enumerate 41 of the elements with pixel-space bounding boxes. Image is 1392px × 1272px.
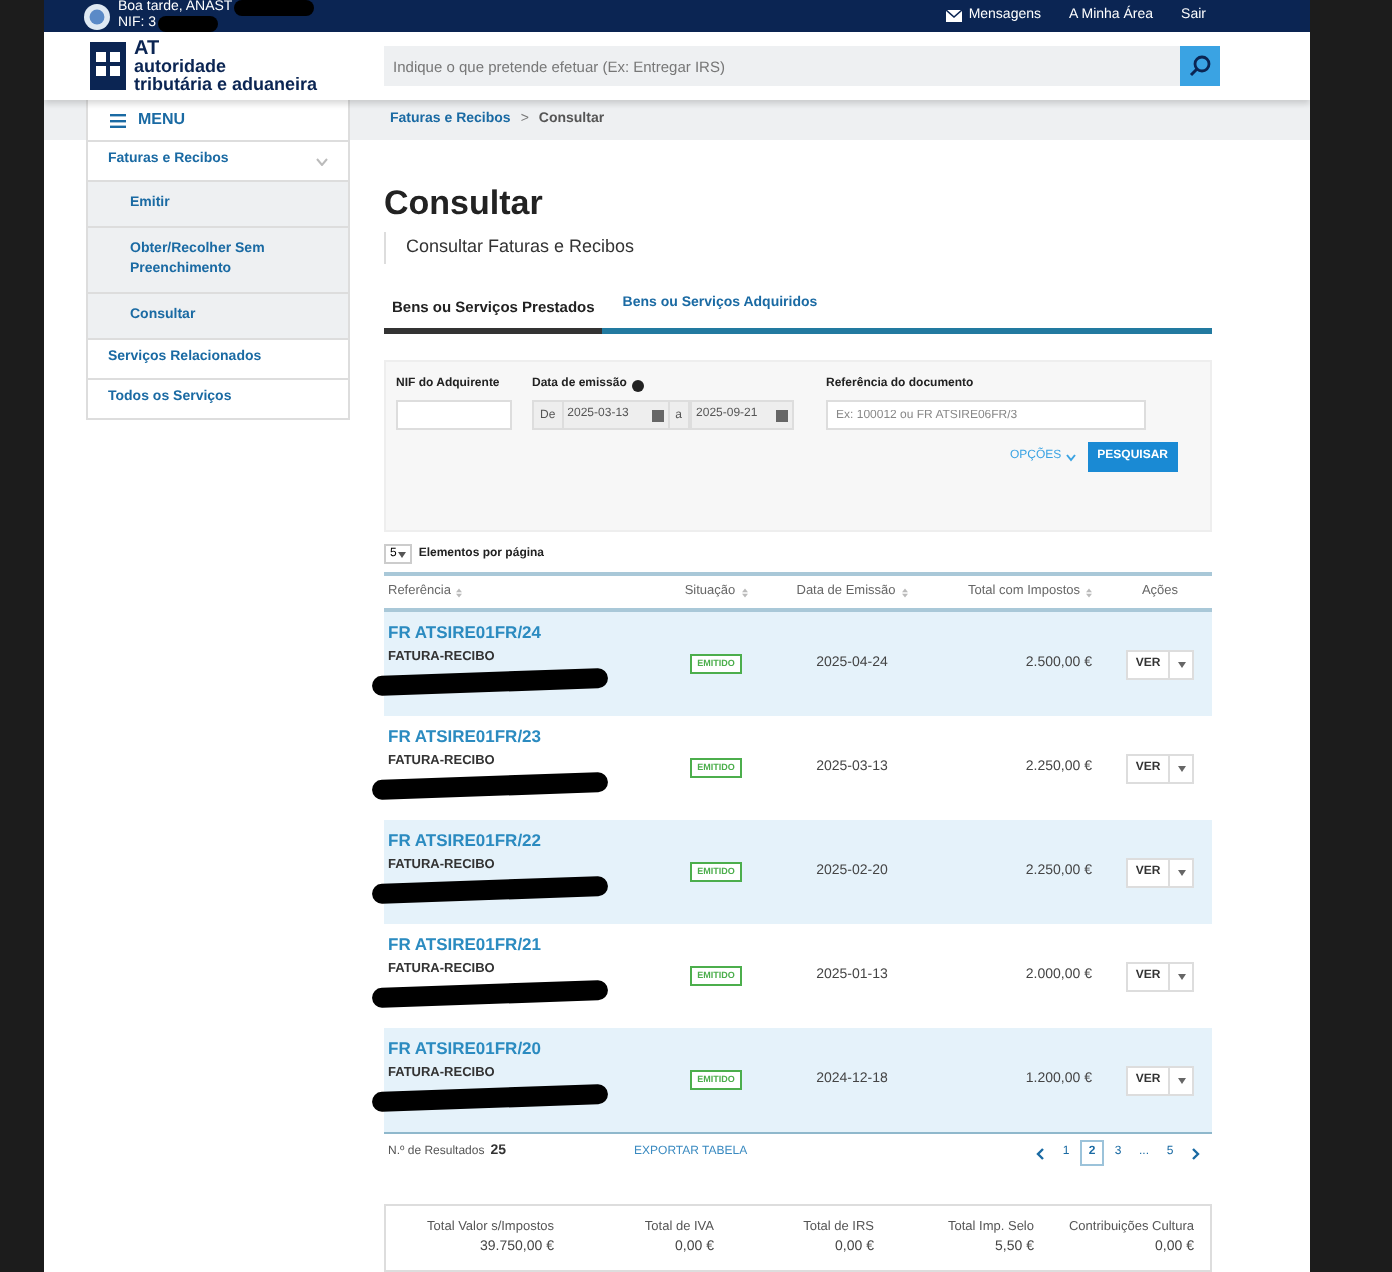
dropdown-button[interactable]	[1170, 753, 1195, 783]
redaction-mark	[158, 16, 219, 32]
calendar-icon	[776, 409, 789, 421]
dropdown-button[interactable]	[1170, 1065, 1195, 1095]
chevron-left-icon	[1036, 1147, 1044, 1159]
logo-emblem-icon	[88, 40, 128, 93]
logo-text: autoridade	[134, 57, 229, 76]
chevron-right-icon	[1192, 1147, 1200, 1159]
help-icon	[632, 379, 645, 391]
caret-icon	[1177, 973, 1186, 979]
reference-link[interactable]: FR ATSIRE01FR/21	[388, 932, 660, 958]
sort-icon	[1086, 587, 1092, 597]
sort-icon	[456, 587, 463, 597]
menu-button[interactable]: MENU	[86, 100, 350, 140]
caret-icon	[1177, 661, 1186, 667]
reference-link[interactable]: FR ATSIRE01FR/23	[388, 724, 660, 750]
sort-icon	[741, 587, 748, 597]
reference-link[interactable]: FR ATSIRE01FR/24	[388, 620, 660, 646]
search-button[interactable]	[1179, 46, 1220, 87]
dropdown-button[interactable]	[1170, 857, 1195, 887]
caret-icon	[1177, 869, 1186, 875]
reference-link[interactable]: FR ATSIRE01FR/20	[388, 1036, 660, 1062]
logo-text: AT	[134, 39, 160, 58]
search-icon	[1187, 54, 1212, 79]
user-avatar-icon	[84, 3, 110, 29]
page-title: Consultar	[384, 184, 545, 224]
nif-input-field[interactable]	[396, 400, 512, 430]
reference-link[interactable]: FR ATSIRE01FR/22	[388, 828, 660, 854]
chevron-down-icon	[1065, 453, 1076, 461]
dropdown-button[interactable]	[1170, 961, 1195, 991]
caret-icon	[1177, 1077, 1186, 1083]
caret-icon	[1177, 765, 1186, 771]
logo-text: tributária e aduaneira	[134, 75, 318, 94]
calendar-icon	[651, 409, 664, 421]
sort-icon	[901, 587, 908, 597]
redaction-mark	[234, 0, 315, 16]
dropdown-button[interactable]	[1170, 649, 1195, 679]
page-subtitle: Consultar Faturas e Recibos	[406, 234, 635, 261]
caret-icon	[398, 551, 407, 557]
menu-icon	[110, 113, 126, 128]
envelope-icon	[946, 10, 963, 22]
